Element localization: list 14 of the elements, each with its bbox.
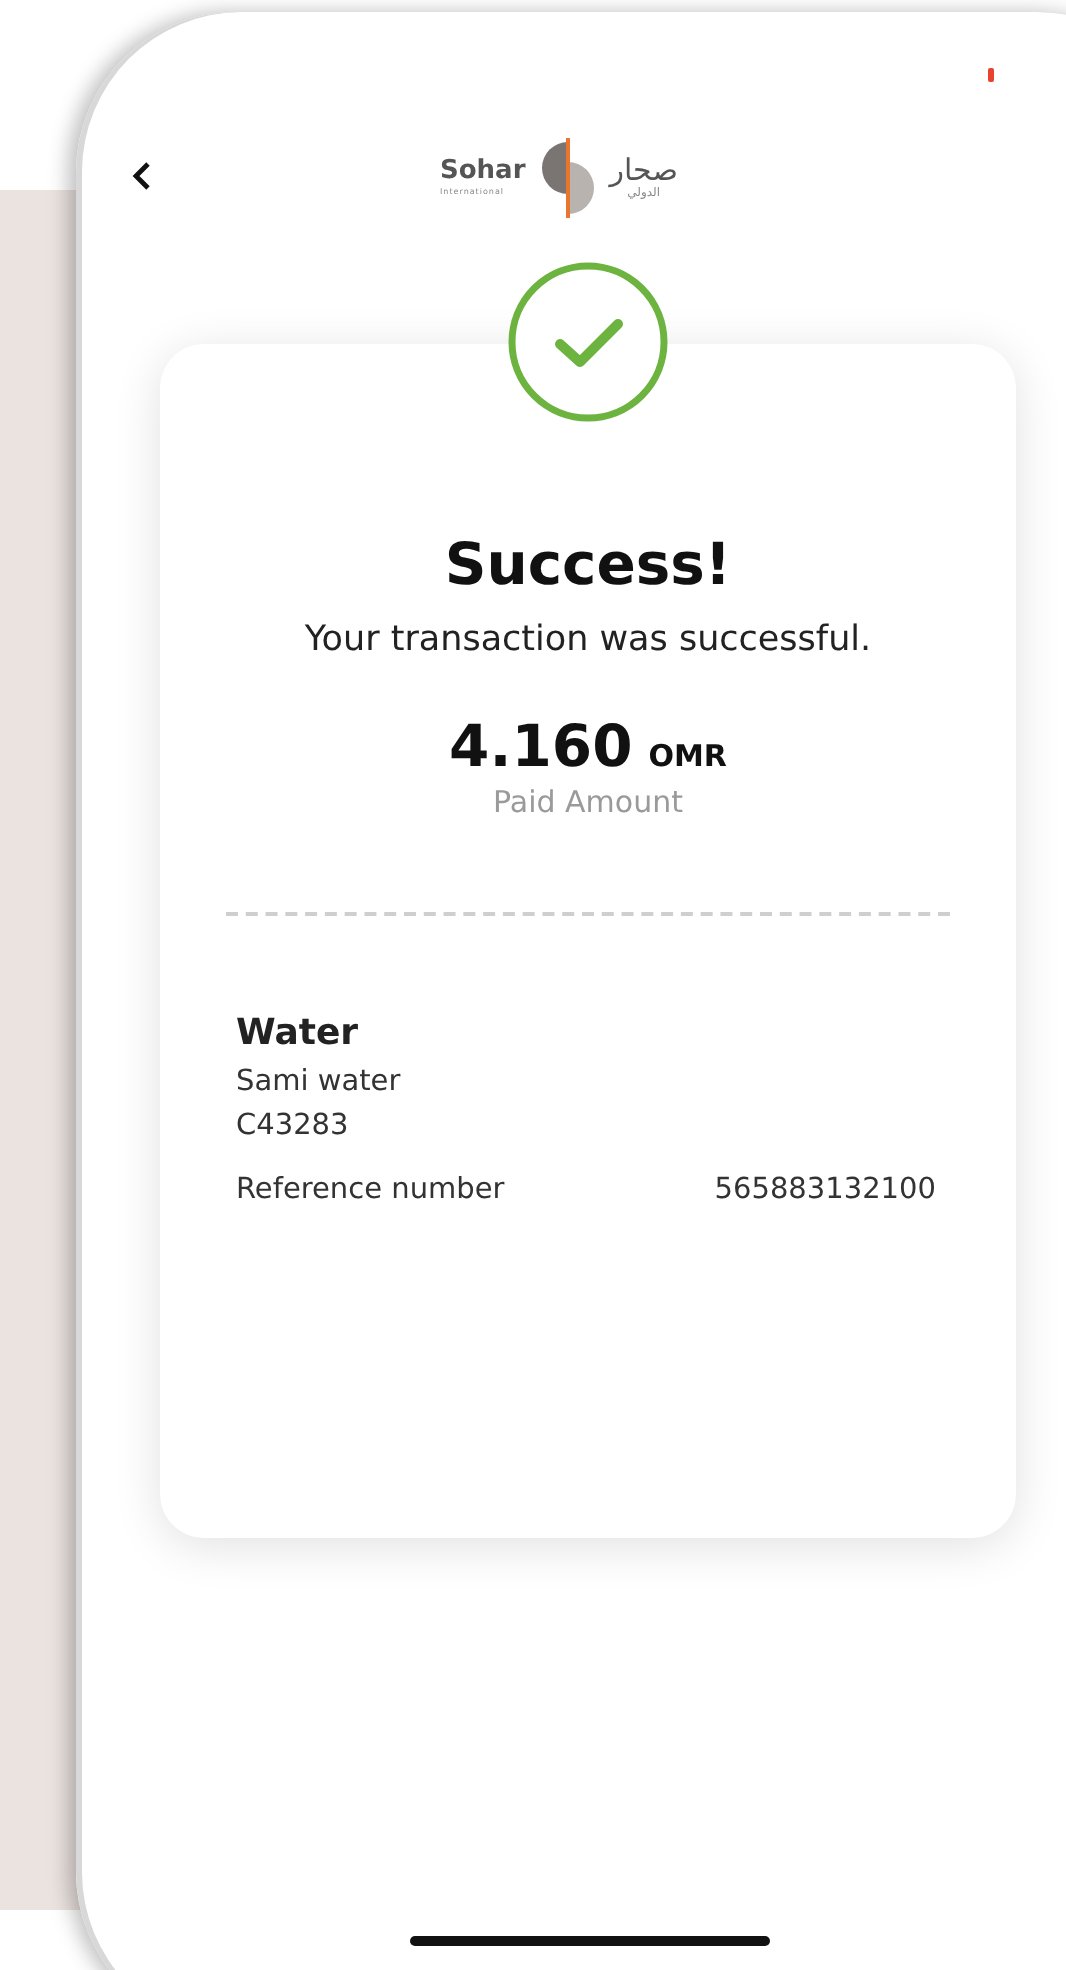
logo-mark-icon xyxy=(537,134,598,218)
amount-value: 4.160 xyxy=(449,712,633,780)
account-number: C43283 xyxy=(236,1110,351,1142)
bill-category: Water xyxy=(236,1012,361,1054)
recording-indicator-icon xyxy=(988,68,994,82)
logo-arabic-name: صحار xyxy=(609,153,678,185)
amount-label: Paid Amount xyxy=(493,784,683,820)
logo-name: Sohar xyxy=(440,157,526,185)
currency-label: OMR xyxy=(648,738,727,774)
biller-name: Sami water xyxy=(236,1066,403,1098)
success-title: Success! xyxy=(444,528,732,600)
reference-value: 565883132100 xyxy=(714,1174,936,1206)
reference-label: Reference number xyxy=(236,1174,505,1206)
success-message: Your transaction was successful. xyxy=(304,620,872,660)
